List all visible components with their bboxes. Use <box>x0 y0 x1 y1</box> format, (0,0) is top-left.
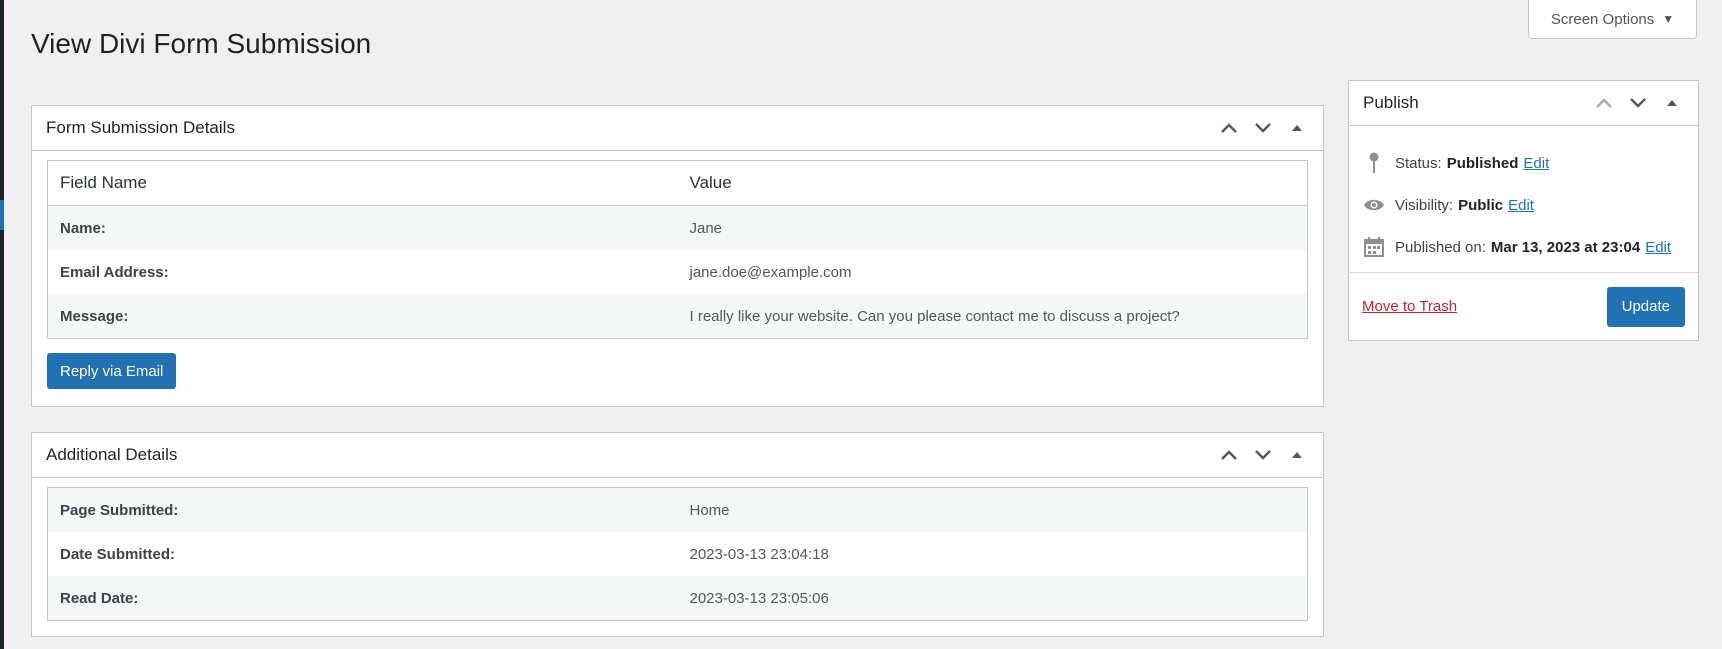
visibility-row: Visibility: Public Edit <box>1349 184 1698 226</box>
edit-date-link[interactable]: Edit <box>1645 239 1671 256</box>
field-value: jane.doe@example.com <box>689 263 852 281</box>
additional-details-box: Additional Details Page Submitted: Home … <box>31 432 1324 637</box>
arrow-down-icon[interactable] <box>1626 91 1650 115</box>
update-button[interactable]: Update <box>1606 286 1685 327</box>
column-header-field-name: Field Name <box>47 160 678 206</box>
arrow-down-icon[interactable] <box>1251 443 1275 467</box>
screen-options-label: Screen Options <box>1550 10 1655 28</box>
field-name: Date Submitted: <box>60 545 176 563</box>
table-row: Name: Jane <box>47 205 1308 250</box>
field-value: Jane <box>677 205 1308 250</box>
calendar-icon <box>1361 237 1387 257</box>
field-value: 2023-03-13 23:05:06 <box>677 576 1308 621</box>
published-on-value: Mar 13, 2023 at 23:04 <box>1490 238 1641 256</box>
pin-icon <box>1361 152 1387 174</box>
box-header-actions <box>1217 116 1309 140</box>
column-header-value: Value <box>677 160 1308 206</box>
box-header: Additional Details <box>32 433 1323 478</box>
box-header: Publish <box>1349 81 1698 126</box>
field-value: Home <box>677 487 1308 532</box>
field-name: Name: <box>47 205 678 250</box>
toggle-triangle-icon[interactable] <box>1285 443 1309 467</box>
screen-options-button[interactable]: Screen Options ▼ <box>1528 0 1697 39</box>
reply-wrap: Reply via Email <box>32 339 1323 389</box>
move-to-trash-link[interactable]: Move to Trash <box>1362 298 1457 315</box>
additional-table: Page Submitted: Home Date Submitted: 202… <box>47 487 1308 621</box>
submission-table: Field Name Value Name: Jane Email Addres… <box>47 160 1308 339</box>
table-row: Page Submitted: Home <box>47 487 1308 532</box>
arrow-down-icon[interactable] <box>1251 116 1275 140</box>
edit-visibility-link[interactable]: Edit <box>1508 197 1534 214</box>
edit-status-link[interactable]: Edit <box>1523 155 1549 172</box>
visibility-label: Visibility: <box>1395 196 1454 214</box>
table-row: Message: I really like your website. Can… <box>47 294 1308 339</box>
box-title: Form Submission Details <box>46 118 235 137</box>
box-header-actions <box>1217 443 1309 467</box>
publish-actions: Move to Trash Update <box>1349 272 1698 340</box>
table-header-row: Field Name Value <box>47 160 1308 206</box>
field-name: Read Date: <box>47 576 678 621</box>
table-row: Read Date: 2023-03-13 23:05:06 <box>47 576 1308 621</box>
box-header-actions <box>1592 91 1684 115</box>
status-row: Status: Published Edit <box>1349 142 1698 184</box>
eye-icon <box>1361 198 1387 212</box>
caret-down-icon: ▼ <box>1662 12 1675 26</box>
toggle-triangle-icon[interactable] <box>1285 116 1309 140</box>
toggle-triangle-icon[interactable] <box>1660 91 1684 115</box>
publish-info: Status: Published Edit Visibility: Publi… <box>1349 126 1698 268</box>
table-row: Email Address: jane.doe@example.com <box>48 250 1308 294</box>
status-label: Status: <box>1395 154 1442 172</box>
box-title: Additional Details <box>46 445 178 464</box>
box-title: Publish <box>1363 93 1419 112</box>
field-name: Message: <box>47 294 678 339</box>
visibility-value: Public <box>1458 196 1504 214</box>
field-value: 2023-03-13 23:04:18 <box>689 545 829 563</box>
form-submission-details-box: Form Submission Details Field Name Value… <box>31 105 1324 407</box>
publish-box: Publish Status: Published Edit Visibilit… <box>1348 80 1699 341</box>
field-value: I really like your website. Can you plea… <box>677 294 1308 339</box>
arrow-up-icon[interactable] <box>1217 443 1241 467</box>
admin-sidebar-active-marker <box>0 200 4 230</box>
arrow-up-icon[interactable] <box>1592 91 1616 115</box>
page-title: View Divi Form Submission <box>31 28 372 59</box>
box-header: Form Submission Details <box>32 106 1323 151</box>
reply-via-email-button[interactable]: Reply via Email <box>47 353 177 389</box>
status-value: Published <box>1446 154 1519 172</box>
published-on-label: Published on: <box>1395 238 1486 256</box>
field-name: Email Address: <box>60 263 169 281</box>
field-name: Page Submitted: <box>47 487 678 532</box>
published-on-row: Published on: Mar 13, 2023 at 23:04 Edit <box>1349 226 1698 268</box>
admin-sidebar-edge <box>0 0 4 649</box>
table-row: Date Submitted: 2023-03-13 23:04:18 <box>48 532 1308 576</box>
arrow-up-icon[interactable] <box>1217 116 1241 140</box>
